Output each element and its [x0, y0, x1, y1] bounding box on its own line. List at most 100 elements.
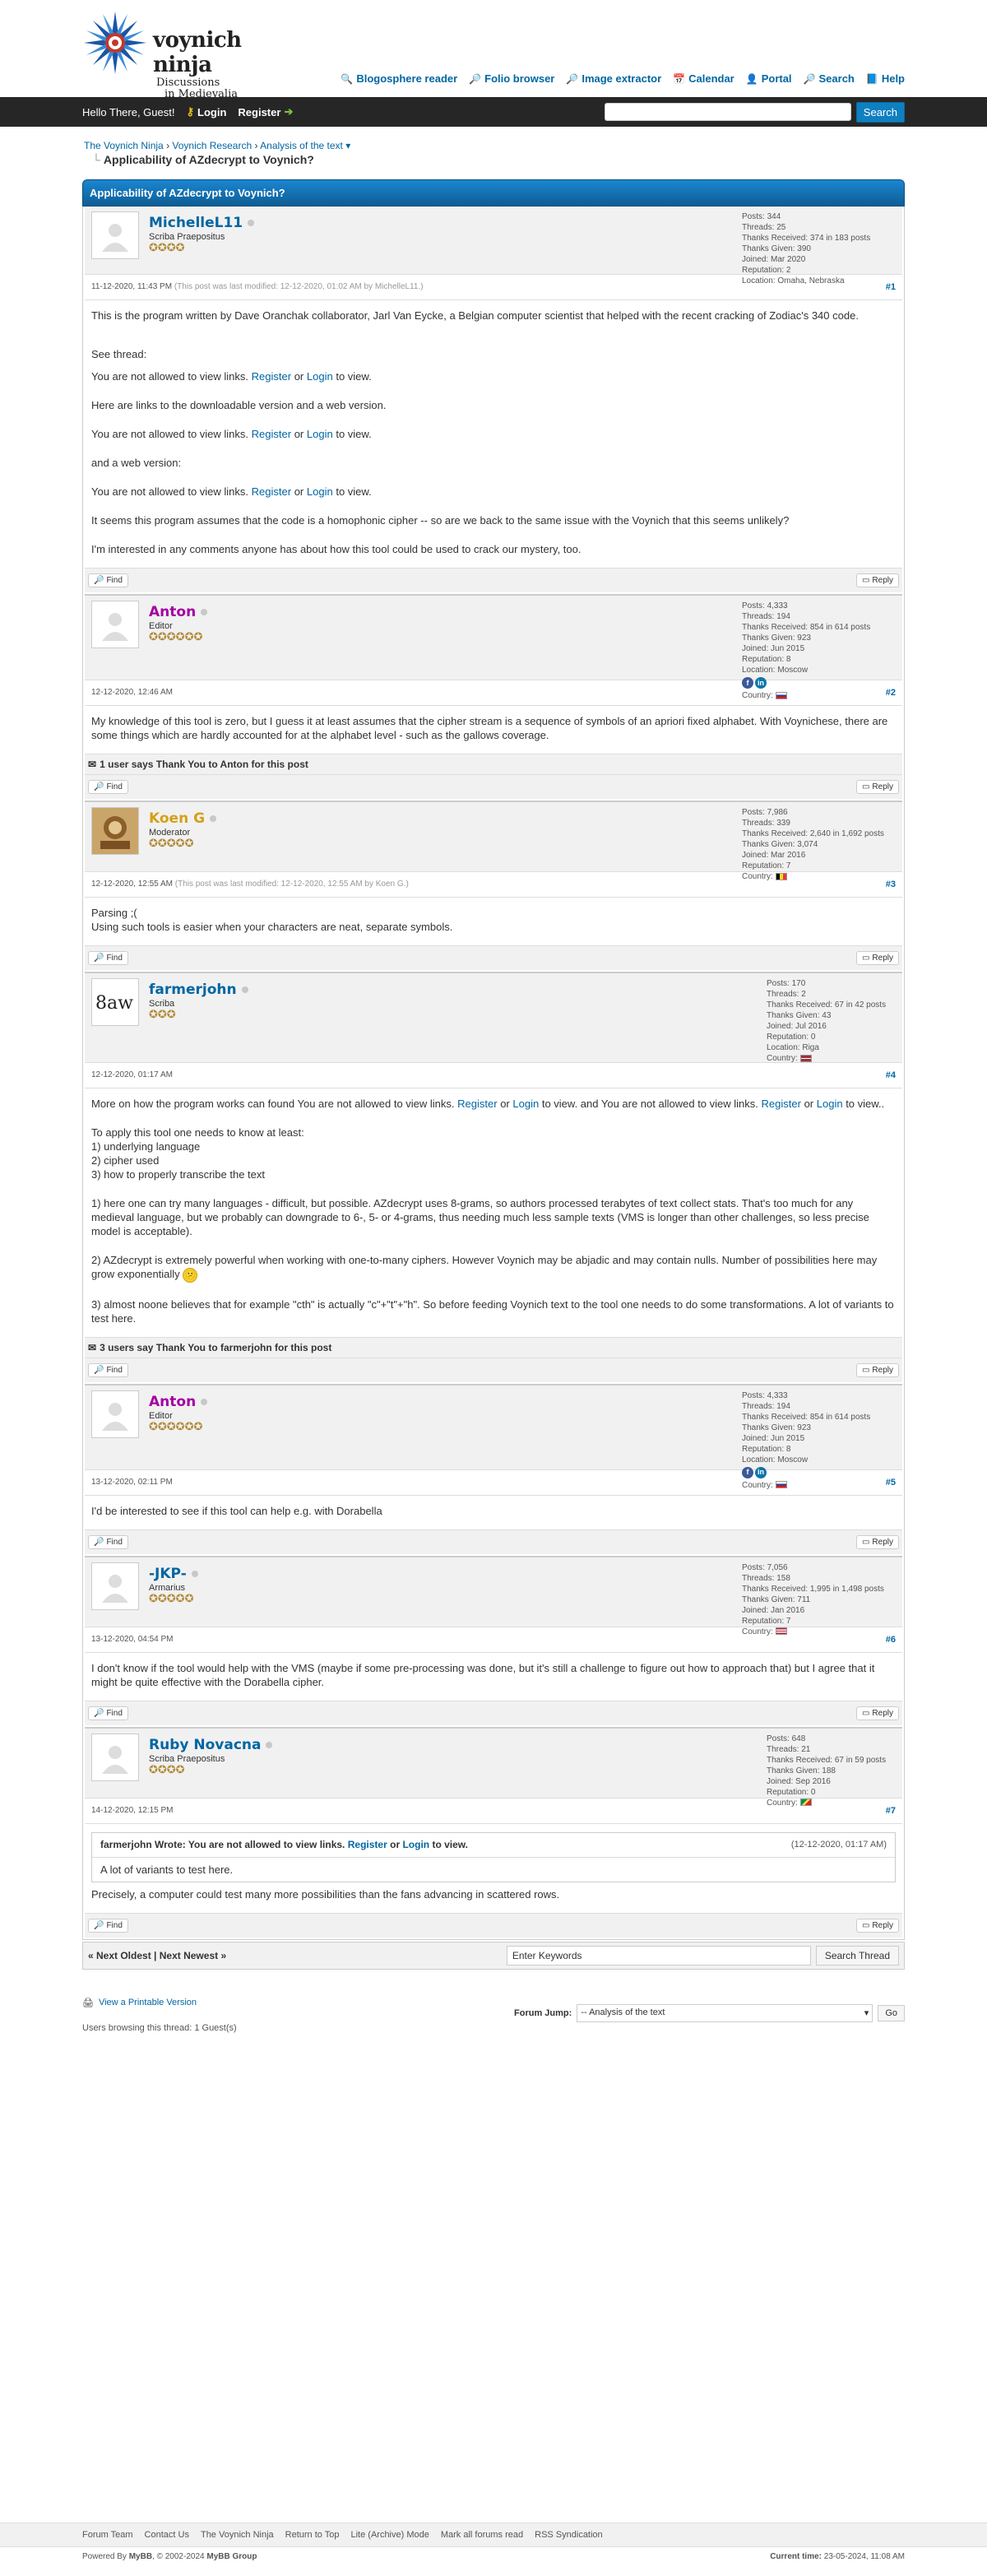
reply-button[interactable]: ▭ Reply: [855, 1918, 899, 1933]
reply-button[interactable]: ▭ Reply: [855, 1534, 899, 1549]
footer-link[interactable]: Contact Us: [145, 2530, 189, 2540]
printable-version[interactable]: 🖨 View a Printable Version: [82, 1998, 237, 2008]
login-link[interactable]: Login: [512, 1098, 539, 1110]
footer-link[interactable]: Lite (Archive) Mode: [350, 2530, 429, 2540]
notice-text: You are not allowed to view links.: [91, 370, 249, 383]
stat: Joined: Jun 2015: [742, 1433, 805, 1443]
separator: |: [154, 1949, 157, 1961]
notice-text: or: [294, 370, 304, 383]
stat: Reputation: 8: [742, 655, 791, 664]
default-avatar-icon: [102, 1745, 128, 1774]
reply-button[interactable]: ▭ Reply: [855, 573, 899, 587]
search-thread-button[interactable]: Search Thread: [815, 1945, 899, 1966]
mybb-group-link[interactable]: MyBB Group: [206, 2552, 257, 2561]
post-body: I'd be interested to see if this tool ca…: [85, 1495, 902, 1529]
search-icon: 🔎: [94, 1920, 104, 1930]
login-link[interactable]: Login: [402, 1839, 429, 1850]
printable-link[interactable]: View a Printable Version: [99, 1998, 197, 2007]
footer-link[interactable]: The Voynich Ninja: [201, 2530, 274, 2540]
quote-block: farmerjohn Wrote: You are not allowed to…: [91, 1831, 896, 1882]
site-logo[interactable]: voynich ninja Discussions in Medievalia: [82, 10, 280, 100]
stat: Posts: 4,333: [742, 1390, 788, 1400]
footer-link[interactable]: Return to Top: [285, 2530, 340, 2540]
register-link[interactable]: Register: [252, 370, 291, 383]
find-button[interactable]: 🔎 Find: [88, 1534, 128, 1549]
login-link[interactable]: ⚷ Login: [186, 105, 226, 118]
find-button[interactable]: 🔎 Find: [88, 780, 128, 794]
search-input[interactable]: [604, 103, 851, 121]
avatar[interactable]: [91, 1390, 139, 1438]
reply-button[interactable]: ▭ Reply: [855, 1362, 899, 1377]
search-icon: 🔎: [94, 1537, 104, 1547]
linkedin-icon[interactable]: in: [755, 1466, 767, 1478]
search-icon: 🔎: [469, 72, 482, 85]
content: The Voynich Ninja › Voynich Research › A…: [82, 127, 905, 2033]
register-link[interactable]: Register: [252, 485, 291, 498]
facebook-icon[interactable]: f: [742, 677, 753, 689]
offline-status-icon: [191, 1570, 198, 1577]
avatar[interactable]: 8aw: [91, 978, 139, 1026]
quote-date[interactable]: (12-12-2020, 01:17 AM): [791, 1838, 887, 1852]
menu-folio-browser[interactable]: 🔎 Folio browser: [469, 72, 554, 85]
breadcrumb-analysis[interactable]: Analysis of the text: [260, 140, 343, 151]
reply-icon: ▭: [861, 1537, 870, 1547]
mybb-link[interactable]: MyBB: [129, 2552, 152, 2561]
register-link[interactable]: Register: [762, 1098, 801, 1110]
find-button[interactable]: 🔎 Find: [88, 1706, 128, 1720]
forum-jump-select[interactable]: -- Analysis of the text ▾: [577, 2003, 873, 2022]
menu-calendar[interactable]: 📅 Calendar: [673, 72, 734, 85]
find-button[interactable]: 🔎 Find: [88, 573, 128, 587]
hidden-links-notice: You are not allowed to view links. Regis…: [91, 485, 896, 499]
facebook-icon[interactable]: f: [742, 1466, 753, 1478]
image-icon: 🔎: [566, 72, 579, 85]
login-link[interactable]: Login: [817, 1098, 843, 1110]
stat: Location: Omaha, Nebraska: [742, 276, 845, 285]
reply-button[interactable]: ▭ Reply: [855, 951, 899, 965]
menu-image-extractor[interactable]: 🔎 Image extractor: [566, 72, 661, 85]
post-number[interactable]: #4: [886, 1070, 896, 1080]
quote-header: farmerjohn Wrote: You are not allowed to…: [92, 1833, 895, 1858]
next-newest-link[interactable]: Next Newest »: [160, 1950, 226, 1961]
footer-link[interactable]: RSS Syndication: [535, 2530, 603, 2540]
avatar[interactable]: [91, 211, 139, 259]
stat: Thanks Given: 43: [767, 1011, 832, 1020]
avatar[interactable]: [91, 1733, 139, 1781]
flag-icon: [799, 1054, 812, 1062]
reply-button[interactable]: ▭ Reply: [855, 780, 899, 794]
avatar[interactable]: [91, 1562, 139, 1610]
menu-search[interactable]: 🔎 Search: [804, 72, 855, 85]
footer-link[interactable]: Forum Team: [82, 2530, 133, 2540]
breadcrumb-home[interactable]: The Voynich Ninja: [84, 140, 164, 151]
find-button[interactable]: 🔎 Find: [88, 1362, 128, 1377]
breadcrumb-research[interactable]: Voynich Research: [172, 140, 252, 151]
search-icon: 🔎: [803, 72, 816, 85]
menu-help[interactable]: 📘 Help: [866, 72, 905, 85]
post-text: See thread:: [91, 348, 147, 360]
reply-button[interactable]: ▭ Reply: [855, 1706, 899, 1720]
next-oldest-link[interactable]: « Next Oldest: [88, 1950, 151, 1961]
menu-portal[interactable]: 👤 Portal: [746, 72, 792, 85]
login-link[interactable]: Login: [307, 485, 333, 498]
search-button[interactable]: Search: [855, 101, 905, 123]
footer-link[interactable]: Mark all forums read: [441, 2530, 523, 2540]
menu-blogosphere[interactable]: 🔍 Blogosphere reader: [341, 72, 457, 85]
avatar[interactable]: [91, 807, 139, 855]
register-link[interactable]: Register: [252, 428, 291, 440]
welcome-text: Hello There, Guest!: [82, 105, 175, 118]
go-button[interactable]: Go: [878, 2004, 905, 2021]
login-link[interactable]: Login: [307, 428, 333, 440]
list-line: 1) underlying language: [91, 1140, 201, 1153]
login-link[interactable]: Login: [307, 370, 333, 383]
chevron-down-icon[interactable]: ▾: [345, 140, 350, 151]
keywords-input[interactable]: Enter Keywords: [506, 1945, 811, 1966]
find-button[interactable]: 🔎 Find: [88, 1918, 128, 1933]
find-button[interactable]: 🔎 Find: [88, 951, 128, 965]
register-link[interactable]: Register ➔: [238, 105, 293, 118]
register-link[interactable]: Register: [457, 1098, 497, 1110]
register-link[interactable]: Register: [348, 1839, 387, 1850]
find-label: Find: [106, 1708, 123, 1718]
linkedin-icon[interactable]: in: [755, 677, 767, 689]
stat: Thanks Given: 711: [742, 1594, 811, 1604]
avatar[interactable]: [91, 601, 139, 648]
post-date: 12-12-2020, 12:46 AM: [91, 688, 173, 697]
